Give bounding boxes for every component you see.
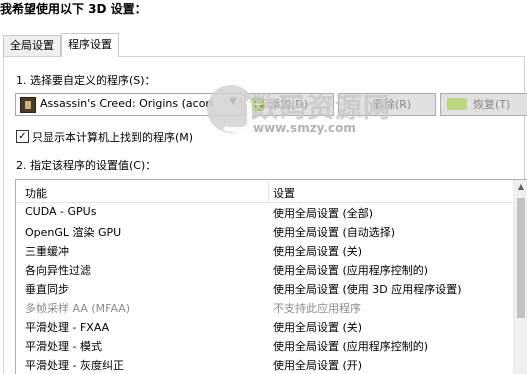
feature-cell: OpenGL 渲染 GPU: [25, 226, 122, 239]
show-only-checkbox[interactable]: ✓: [16, 130, 29, 143]
setting-cell: 使用全局设置 (开): [273, 359, 363, 372]
table-row[interactable]: 平滑处理 - FXAA 使用全局设置 (关): [16, 317, 514, 336]
setting-cell: 使用全局设置 (全部): [273, 207, 374, 220]
table-row[interactable]: 多帧采样 AA (MFAA) 不支持此应用程序: [16, 298, 514, 317]
column-divider[interactable]: [268, 180, 269, 202]
watermark: 数码资源网 www.smzy.com: [207, 85, 397, 155]
game-icon: [20, 97, 36, 113]
table-header: 功能 设置: [16, 180, 514, 203]
feature-cell: 多帧采样 AA (MFAA): [25, 302, 131, 315]
section-heading: 我希望使用以下 3D 设置：: [0, 2, 147, 16]
setting-cell: 使用全局设置 (使用 3D 应用程序设置): [273, 283, 462, 296]
table-row[interactable]: OpenGL 渲染 GPU 使用全局设置 (自动选择): [16, 222, 514, 241]
table-row[interactable]: 各向异性过滤 使用全局设置 (应用程序控制的): [16, 260, 514, 279]
feature-cell: 各向异性过滤: [25, 264, 91, 277]
specify-settings-label: 2. 指定该程序的设置值(C)：: [16, 159, 157, 172]
feature-cell: 平滑处理 - FXAA: [25, 321, 110, 334]
column-header-setting[interactable]: 设置: [273, 185, 295, 201]
select-program-label: 1. 选择要自定义的程序(S)：: [16, 74, 156, 87]
setting-cell: 使用全局设置 (应用程序控制的): [273, 340, 429, 353]
program-select-value: Assassin's Creed: Origins (acori: [40, 97, 214, 110]
setting-cell: 使用全局设置 (关): [273, 245, 363, 258]
restore-button-label: 恢复(T): [473, 98, 511, 111]
feature-cell: 三重缓冲: [25, 245, 69, 258]
table-row[interactable]: 平滑处理 - 灰度纠正 使用全局设置 (开): [16, 355, 514, 374]
table-row[interactable]: 垂直同步 使用全局设置 (使用 3D 应用程序设置): [16, 279, 514, 298]
column-header-feature[interactable]: 功能: [25, 185, 47, 201]
tab-program-settings[interactable]: 程序设置: [61, 33, 119, 57]
setting-cell: 不支持此应用程序: [273, 302, 361, 315]
setting-cell: 使用全局设置 (关): [273, 321, 363, 334]
scroll-up-icon[interactable]: ▲: [514, 180, 527, 194]
table-row[interactable]: 三重缓冲 使用全局设置 (关): [16, 241, 514, 260]
tab-global-settings[interactable]: 全局设置: [3, 35, 61, 56]
watermark-name: 数码资源网: [251, 93, 391, 124]
scrollbar-thumb[interactable]: [517, 198, 525, 318]
feature-cell: 垂直同步: [25, 283, 69, 296]
nvidia-icon: [447, 98, 467, 110]
setting-cell: 使用全局设置 (应用程序控制的): [273, 264, 429, 277]
feature-cell: 平滑处理 - 模式: [25, 340, 102, 353]
setting-cell: 使用全局设置 (自动选择): [273, 226, 396, 239]
vertical-scrollbar[interactable]: ▲: [513, 180, 527, 374]
feature-cell: CUDA - GPUs: [25, 205, 97, 218]
table-row[interactable]: 平滑处理 - 模式 使用全局设置 (应用程序控制的): [16, 336, 514, 355]
settings-table: 功能 设置 CUDA - GPUs 使用全局设置 (全部) OpenGL 渲染 …: [15, 179, 527, 374]
show-only-checkbox-label: 只显示本计算机上找到的程序(M): [32, 131, 194, 144]
feature-cell: 平滑处理 - 灰度纠正: [25, 359, 124, 372]
watermark-url: www.smzy.com: [253, 121, 356, 135]
watermark-logo-icon: [207, 85, 255, 133]
table-row[interactable]: CUDA - GPUs 使用全局设置 (全部): [16, 203, 514, 222]
restore-button[interactable]: 恢复(T): [440, 93, 527, 116]
